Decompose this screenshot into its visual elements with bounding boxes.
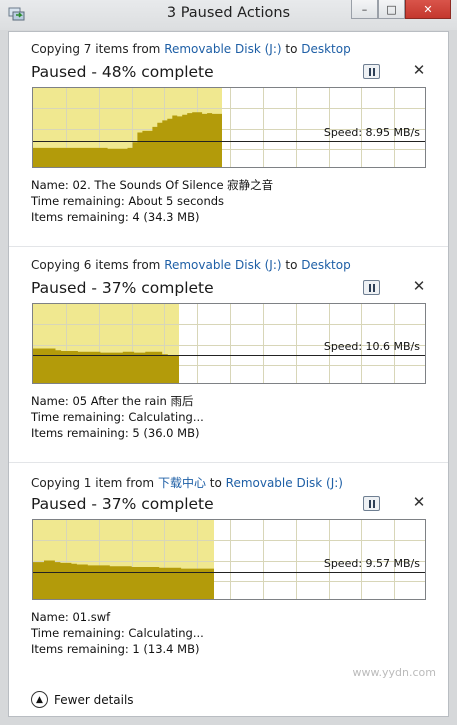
file-name: Name: 02. The Sounds Of Silence 寂静之音	[31, 178, 274, 192]
speed-graph: Speed: 8.95 MB/s	[32, 87, 426, 168]
operation-details: Name: 02. The Sounds Of Silence 寂静之音 Tim…	[31, 177, 273, 225]
file-name: Name: 01.swf	[31, 610, 111, 624]
items-remaining: Items remaining: 4 (34.3 MB)	[31, 210, 200, 224]
footer: ▲ Fewer details	[9, 681, 448, 716]
header-text: to	[281, 42, 302, 56]
destination-link[interactable]: Desktop	[301, 42, 351, 56]
speed-label: Speed: 10.6 MB/s	[323, 339, 420, 353]
speed-history-area	[33, 348, 179, 383]
operations-panel: Copying 7 items from Removable Disk (J:)…	[8, 31, 449, 717]
divider	[9, 246, 448, 247]
resume-button[interactable]	[363, 64, 380, 79]
resume-button[interactable]	[363, 496, 380, 511]
pause-icon	[368, 283, 371, 292]
operation-status: Paused - 37% complete	[31, 279, 214, 297]
watermark-text: www.yydn.com	[352, 666, 436, 679]
maximize-button[interactable]: □	[378, 0, 405, 19]
copy-operation: Copying 6 items from Removable Disk (J:)…	[9, 248, 448, 463]
time-remaining: Time remaining: Calculating...	[31, 626, 204, 640]
divider	[9, 462, 448, 463]
operation-status: Paused - 48% complete	[31, 63, 214, 81]
cancel-button[interactable]: ✕	[412, 277, 426, 295]
header-text: to	[281, 258, 302, 272]
file-name: Name: 05 After the rain 雨后	[31, 394, 194, 408]
source-link[interactable]: Removable Disk (J:)	[164, 258, 281, 272]
speed-graph: Speed: 9.57 MB/s	[32, 519, 426, 600]
minimize-button[interactable]: –	[351, 0, 378, 19]
cancel-button[interactable]: ✕	[412, 493, 426, 511]
items-remaining: Items remaining: 5 (36.0 MB)	[31, 426, 200, 440]
header-text: Copying 6 items from	[31, 258, 165, 272]
cancel-button[interactable]: ✕	[412, 61, 426, 79]
speed-label: Speed: 8.95 MB/s	[323, 125, 420, 139]
copy-operation: Copying 1 item from 下载中心 to Removable Di…	[9, 464, 448, 679]
speed-label: Speed: 9.57 MB/s	[323, 556, 420, 570]
operation-details: Name: 01.swf Time remaining: Calculating…	[31, 609, 204, 657]
operation-header: Copying 6 items from Removable Disk (J:)…	[31, 258, 351, 272]
fewer-details-toggle[interactable]: ▲ Fewer details	[31, 691, 134, 708]
header-text: Copying 1 item from	[31, 476, 158, 490]
operation-details: Name: 05 After the rain 雨后 Time remainin…	[31, 393, 204, 441]
destination-link[interactable]: Desktop	[301, 258, 351, 272]
source-link[interactable]: Removable Disk (J:)	[164, 42, 281, 56]
destination-link[interactable]: Removable Disk (J:)	[226, 476, 343, 490]
fewer-details-label: Fewer details	[54, 692, 134, 707]
pause-icon	[368, 67, 371, 76]
time-remaining: Time remaining: Calculating...	[31, 410, 204, 424]
title-bar: 3 Paused Actions – □ ✕	[0, 0, 457, 30]
copy-operation: Copying 7 items from Removable Disk (J:)…	[9, 32, 448, 247]
operation-header: Copying 7 items from Removable Disk (J:)…	[31, 42, 351, 56]
time-remaining: Time remaining: About 5 seconds	[31, 194, 225, 208]
header-text: Copying 7 items from	[31, 42, 165, 56]
close-button[interactable]: ✕	[405, 0, 451, 19]
operation-header: Copying 1 item from 下载中心 to Removable Di…	[31, 474, 343, 491]
operation-status: Paused - 37% complete	[31, 495, 214, 513]
pause-icon	[368, 499, 371, 508]
source-link[interactable]: 下载中心	[158, 476, 206, 490]
header-text: to	[205, 476, 226, 490]
chevron-up-icon: ▲	[31, 691, 48, 708]
speed-graph: Speed: 10.6 MB/s	[32, 303, 426, 384]
resume-button[interactable]	[363, 280, 380, 295]
items-remaining: Items remaining: 1 (13.4 MB)	[31, 642, 200, 656]
